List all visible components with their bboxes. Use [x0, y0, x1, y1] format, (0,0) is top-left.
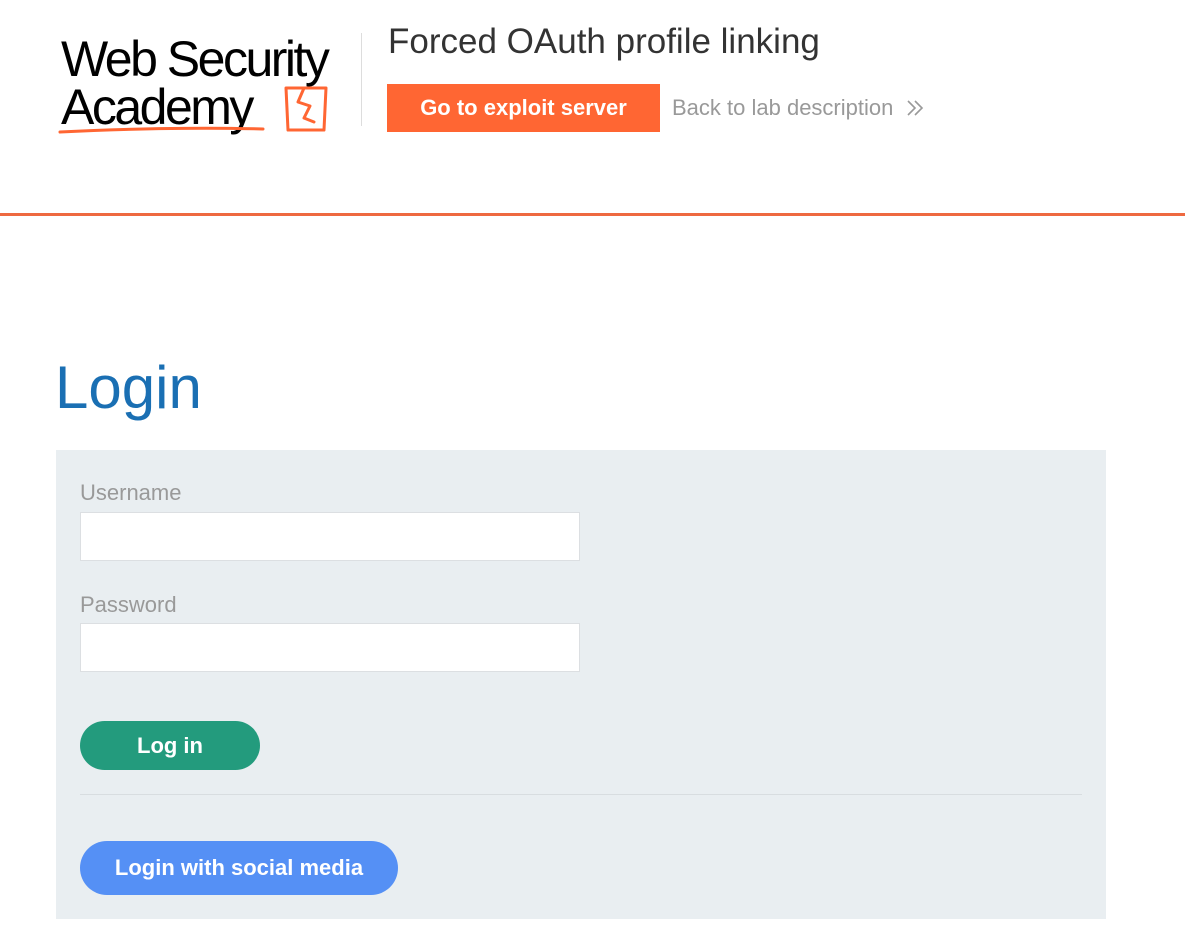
login-with-social-media-button[interactable]: Login with social media: [80, 841, 398, 895]
form-divider: [80, 794, 1082, 795]
lab-title: Forced OAuth profile linking: [388, 22, 820, 61]
password-label: Password: [80, 592, 177, 617]
log-in-button[interactable]: Log in: [80, 721, 260, 770]
header-divider: [361, 33, 362, 126]
page-header: Web Security Academy Forced OAuth profil…: [0, 0, 1185, 216]
go-to-exploit-server-button[interactable]: Go to exploit server: [387, 84, 660, 132]
double-chevron-right-icon: [907, 100, 924, 116]
password-input[interactable]: [80, 623, 580, 672]
username-input[interactable]: [80, 512, 580, 561]
back-link-label: Back to lab description: [672, 95, 894, 120]
username-label: Username: [80, 480, 182, 505]
logo-lightning-icon: [58, 86, 328, 134]
login-form: Username Password Log in Login with soci…: [56, 450, 1106, 919]
back-to-lab-description-link[interactable]: Back to lab description: [672, 94, 925, 122]
page-title: Login: [55, 354, 202, 421]
web-security-academy-logo[interactable]: Web Security Academy: [58, 30, 358, 138]
